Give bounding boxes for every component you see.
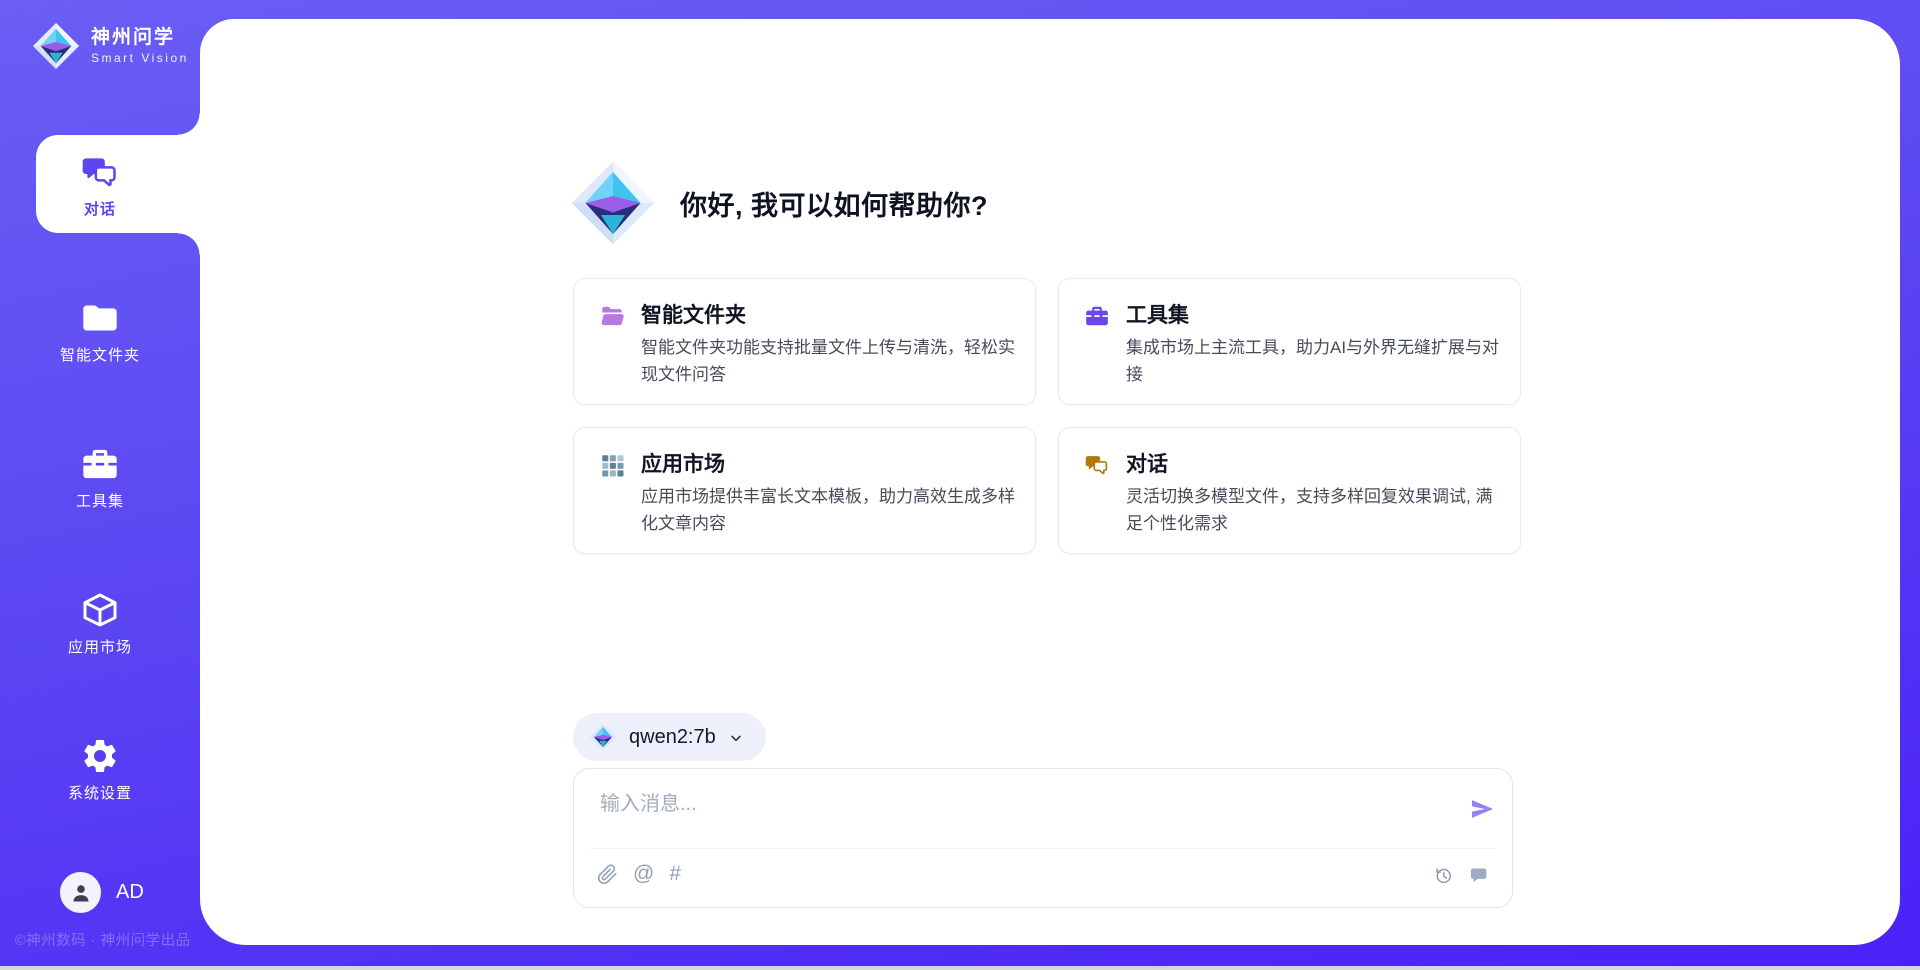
card-description: 智能文件夹功能支持批量文件上传与清洗，轻松实现文件问答 [641,334,1015,388]
message-composer: @ # [573,768,1513,908]
card-title: 工具集 [1126,299,1189,329]
assistant-diamond-icon [570,160,656,246]
toolbox-icon [1084,303,1110,329]
card-description: 集成市场上主流工具，助力AI与外界无缝扩展与对接 [1126,334,1500,388]
chat-bubbles-icon [1084,452,1110,478]
greeting-text: 你好, 我可以如何帮助你? [680,184,988,223]
chat-bubbles-icon [80,152,120,192]
sidebar-item-label: 应用市场 [0,636,200,657]
attach-file-button[interactable] [597,864,618,885]
sidebar-item-label: 智能文件夹 [0,344,200,365]
sidebar-item-label: 对话 [0,198,200,219]
window-edge [0,966,1920,970]
cube-icon [80,590,120,630]
card-title: 对话 [1126,448,1168,478]
brand-name-en: Smart Vision [91,51,189,65]
at-icon: @ [633,863,654,885]
active-tab-curve-top [178,113,200,135]
sidebar: 神州问学 Smart Vision 对话 智能文件夹 [0,0,200,970]
history-clock-icon [1433,865,1454,886]
folder-icon [80,298,120,338]
active-tab-curve-bottom [178,233,200,255]
model-name: qwen2:7b [629,726,716,749]
composer-divider [590,848,1496,849]
user-account[interactable]: AD [60,872,144,913]
brand-name-cn: 神州问学 [91,27,189,49]
avatar [60,872,101,913]
model-diamond-icon [589,723,617,751]
hash-icon: # [669,863,681,885]
card-title: 应用市场 [641,448,725,478]
user-icon [68,880,94,906]
card-description: 灵活切换多模型文件，支持多样回复效果调试, 满足个性化需求 [1126,483,1500,537]
brand-text: 神州问学 Smart Vision [91,27,189,65]
mention-button[interactable]: @ [633,863,654,885]
chat-bubble-icon [1469,865,1490,886]
chevron-down-icon [728,730,744,746]
app-window: 神州问学 Smart Vision 对话 智能文件夹 [0,0,1920,970]
card-smart-folder[interactable]: 智能文件夹 智能文件夹功能支持批量文件上传与清洗，轻松实现文件问答 [573,278,1036,405]
sidebar-item-smart-folder[interactable]: 智能文件夹 [0,298,200,365]
card-chat[interactable]: 对话 灵活切换多模型文件，支持多样回复效果调试, 满足个性化需求 [1058,427,1521,554]
model-selector[interactable]: qwen2:7b [573,713,766,761]
card-description: 应用市场提供丰富长文本模板，助力高效生成多样化文章内容 [641,483,1015,537]
gear-icon [80,736,120,776]
folder-open-icon [599,303,625,329]
copyright-footer: ©神州数码 · 神州问学出品 [15,929,200,950]
send-button[interactable] [1468,795,1496,823]
sidebar-item-app-market[interactable]: 应用市场 [0,590,200,657]
grid-icon [599,452,625,478]
card-app-market[interactable]: 应用市场 应用市场提供丰富长文本模板，助力高效生成多样化文章内容 [573,427,1036,554]
brand-diamond-icon [32,22,80,70]
composer-toolbar-left: @ # [597,863,681,885]
send-icon [1468,795,1496,823]
paperclip-icon [597,864,618,885]
toolbox-icon [80,444,120,484]
brand-logo: 神州问学 Smart Vision [32,22,189,70]
sidebar-item-label: 系统设置 [0,782,200,803]
card-toolset[interactable]: 工具集 集成市场上主流工具，助力AI与外界无缝扩展与对接 [1058,278,1521,405]
composer-toolbar-right [1433,865,1490,886]
sidebar-item-chat[interactable]: 对话 [0,152,200,219]
feature-cards: 智能文件夹 智能文件夹功能支持批量文件上传与清洗，轻松实现文件问答 工具集 集成… [573,278,1521,554]
card-title: 智能文件夹 [641,299,746,329]
greeting-block: 你好, 我可以如何帮助你? [570,160,988,246]
history-button[interactable] [1433,865,1454,886]
user-name: AD [116,881,144,904]
sidebar-item-toolset[interactable]: 工具集 [0,444,200,511]
sidebar-item-settings[interactable]: 系统设置 [0,736,200,803]
topic-button[interactable]: # [669,863,681,885]
sidebar-item-label: 工具集 [0,490,200,511]
conversation-button[interactable] [1469,865,1490,886]
message-input[interactable] [600,787,1460,839]
